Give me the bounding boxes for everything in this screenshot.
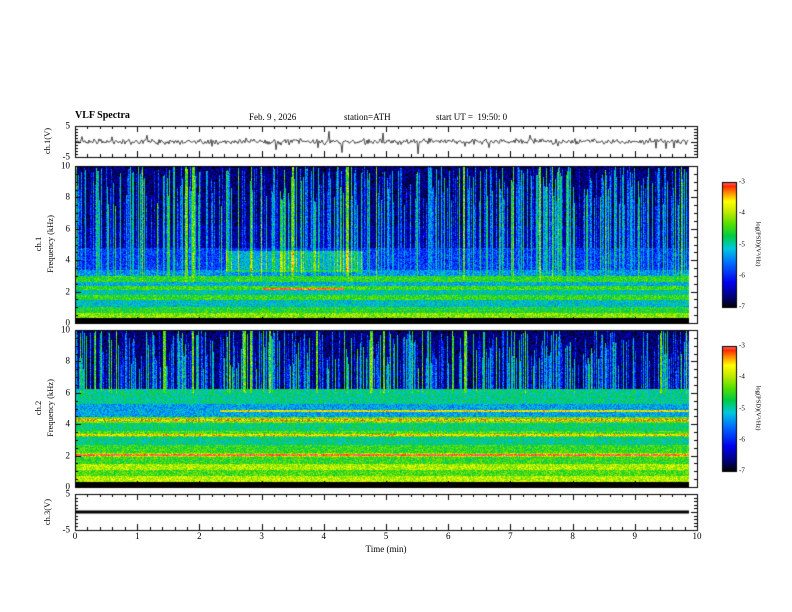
y-tick-label: 4 (65, 254, 71, 265)
header-date: Feb. 9 , 2026 (249, 112, 297, 122)
colorbar-tick-label: -7 (739, 466, 745, 475)
plot-title: VLF Spectra (75, 110, 130, 121)
x-tick-label: 8 (570, 531, 575, 541)
x-tick-label: 2 (197, 531, 202, 541)
ch3-voltage-axis-label: ch.3(V) (41, 498, 52, 526)
y-tick-label: 5 (65, 488, 71, 499)
y-tick-label: 6 (65, 387, 71, 398)
y-tick-label: 8 (65, 355, 71, 366)
colorbar-tick-label: -5 (739, 404, 745, 412)
vlf-spectra-figure: VLF Spectra Feb. 9 , 2026 station=ATH st… (0, 0, 792, 612)
colorbar-tick-label: -4 (739, 372, 745, 381)
x-tick-label: 6 (445, 531, 451, 541)
y-tick-label: 2 (65, 286, 71, 297)
y-tick-label: -5 (62, 524, 71, 535)
colorbar-tick-label: -3 (739, 177, 745, 186)
x-tick-label: 4 (321, 531, 327, 541)
ch1-voltage-axis-label: ch.1(V) (41, 127, 52, 155)
colorbar2-label: log(PSD)(V²/Hz) (754, 385, 762, 431)
colorbar-tick-label: -5 (739, 240, 745, 248)
y-tick-label: 10 (61, 160, 70, 171)
plot-canvas (0, 0, 792, 612)
x-tick-label: 9 (632, 531, 638, 541)
y-tick-label: 6 (65, 223, 71, 234)
time-axis-label: Time (min) (365, 544, 407, 554)
y-tick-label: 10 (61, 324, 70, 335)
x-tick-label: 3 (259, 531, 264, 541)
y-tick-label: 2 (65, 450, 71, 461)
x-tick-label: 5 (383, 531, 389, 541)
header-station: station=ATH (344, 112, 391, 122)
header-start-ut: start UT = 19:50: 0 (436, 112, 508, 122)
x-tick-label: 0 (72, 531, 78, 541)
colorbar-tick-label: -4 (739, 208, 745, 217)
x-tick-label: 10 (692, 531, 702, 541)
colorbar1-label: log(PSD)(V²/Hz) (754, 221, 762, 267)
ch1-frequency-axis-label: Frequency (kHz) (44, 215, 55, 273)
ch1-spectrogram-channel-label: ch.1 (32, 236, 43, 252)
colorbar-tick-label: -7 (739, 302, 745, 311)
colorbar-tick-label: -6 (739, 435, 745, 444)
ch2-frequency-axis-label: Frequency (kHz) (44, 379, 55, 437)
y-tick-label: 5 (65, 120, 71, 131)
x-tick-label: 1 (134, 531, 140, 541)
y-tick-label: 8 (65, 191, 71, 202)
ch2-spectrogram-channel-label: ch.2 (32, 400, 43, 416)
colorbar-tick-label: -6 (739, 271, 745, 280)
y-tick-label: 4 (65, 418, 71, 429)
colorbar-tick-label: -3 (739, 341, 745, 350)
x-tick-label: 7 (508, 531, 513, 541)
